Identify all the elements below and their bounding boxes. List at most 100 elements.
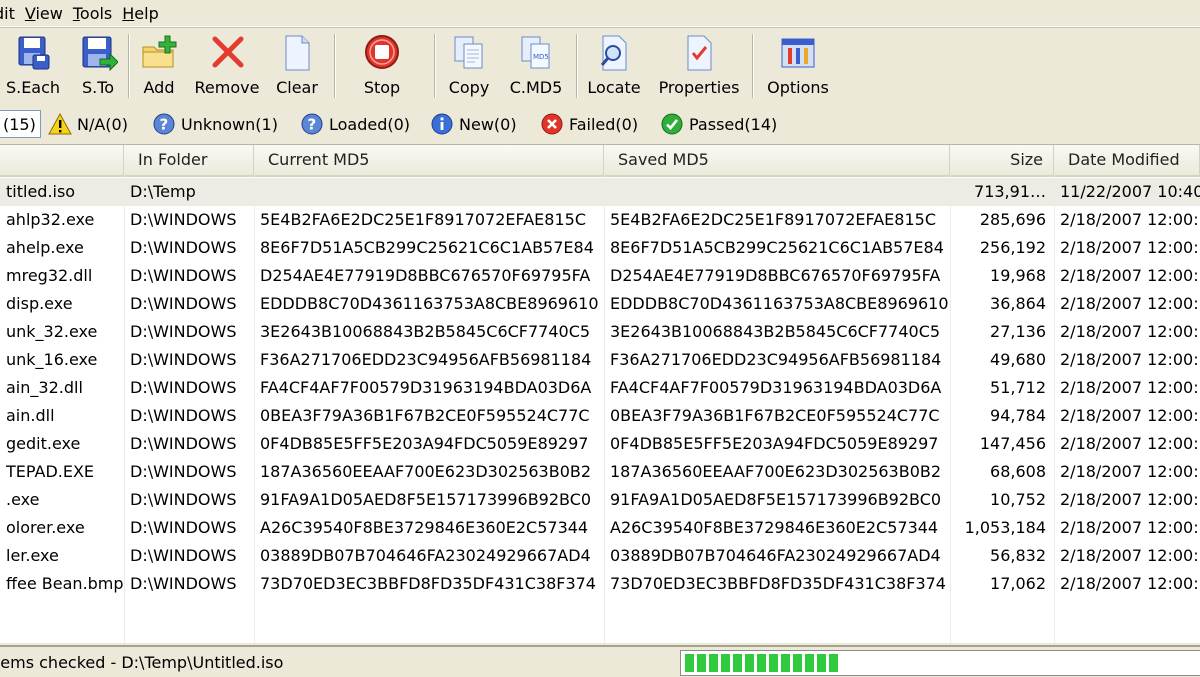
table-row[interactable]: olorer.exe D:\WINDOWS A26C39540F8BE3729846… — [0, 514, 1200, 542]
column-header-in-folder[interactable]: In Folder — [124, 145, 254, 175]
table-row[interactable]: TEPAD.EXE D:\WINDOWS 187A36560EEAAF700E623… — [0, 458, 1200, 486]
cell-current-md5: 03889DB07B704646FA23024929667AD4 — [260, 546, 591, 565]
column-header-saved-md5[interactable]: Saved MD5 — [604, 145, 950, 175]
clear-button[interactable]: Clear — [272, 32, 322, 100]
table-row[interactable]: ain.dll D:\WINDOWS 0BEA3F79A36B1F67B2CE0F5… — [0, 402, 1200, 430]
svg-text:?: ? — [308, 116, 317, 134]
cell-saved-md5: 73D70ED3EC3BBFD8FD35DF431C38F374 — [610, 574, 946, 593]
table-row[interactable]: unk_16.exe D:\WINDOWS F36A271706EDD23C9495… — [0, 346, 1200, 374]
column-header-date-modified[interactable]: Date Modified — [1054, 145, 1200, 175]
properties-button[interactable]: Properties — [656, 32, 742, 100]
filter-new-label: New(0) — [459, 114, 517, 134]
cell-size: 49,680 — [990, 350, 1046, 369]
options-button[interactable]: Options — [764, 32, 832, 100]
cell-file-name: ahlp32.exe — [6, 210, 95, 229]
cell-saved-md5: EDDDB8C70D4361163753A8CBE8969610 — [610, 294, 949, 313]
stop-icon — [362, 32, 402, 74]
svg-text:MD5: MD5 — [533, 53, 549, 61]
progress-bar — [680, 650, 1200, 676]
table-row[interactable]: titled.iso D:\Temp 713,91… 11/22/2007 10:40 — [0, 178, 1200, 206]
column-header-name[interactable] — [0, 145, 124, 175]
cell-file-name: TEPAD.EXE — [6, 462, 95, 481]
save-each-button[interactable]: S.Each — [4, 32, 62, 100]
table-row[interactable]: ahelp.exe D:\WINDOWS 8E6F7D51A5CB299C25621… — [0, 234, 1200, 262]
filter-na[interactable]: N/A(0) — [48, 112, 128, 136]
copy-md5-button[interactable]: MD5 C.MD5 — [506, 32, 566, 100]
filter-loaded[interactable]: ? Loaded(0) — [300, 112, 410, 136]
locate-label: Locate — [587, 78, 641, 97]
table-row[interactable]: mreg32.dll D:\WINDOWS D254AE4E77919D8BBC67… — [0, 262, 1200, 290]
locate-button[interactable]: Locate — [586, 32, 642, 100]
cell-file-name: mreg32.dll — [6, 266, 93, 285]
file-list[interactable]: In Folder Current MD5 Saved MD5 Size Dat… — [0, 145, 1200, 643]
status-bar: tems checked - D:\Temp\Untitled.iso — [0, 645, 1200, 677]
cell-size: 27,136 — [990, 322, 1046, 341]
filter-passed[interactable]: Passed(14) — [660, 112, 777, 136]
cell-date-modified: 2/18/2007 12:00: — [1060, 350, 1199, 369]
cell-current-md5 — [254, 178, 604, 206]
cell-in-folder: D:\WINDOWS — [130, 462, 237, 481]
cell-file-name: .exe — [6, 490, 40, 509]
copy-button[interactable]: Copy — [444, 32, 494, 100]
stop-button[interactable]: Stop — [356, 32, 408, 100]
cell-file-name: olorer.exe — [6, 518, 85, 537]
table-row[interactable]: .exe D:\WINDOWS 91FA9A1D05AED8F5E157173996… — [0, 486, 1200, 514]
question-icon: ? — [153, 113, 175, 135]
copy-md5-label: C.MD5 — [509, 78, 563, 97]
menu-edit[interactable]: dit — [0, 4, 25, 23]
table-row[interactable]: ffee Bean.bmp D:\WINDOWS 73D70ED3EC3BBFD8F… — [0, 570, 1200, 598]
filter-new[interactable]: New(0) — [430, 112, 517, 136]
cell-in-folder: D:\WINDOWS — [130, 378, 237, 397]
cell-current-md5: D254AE4E77919D8BBC676570F69795FA — [260, 266, 591, 285]
cell-saved-md5: A26C39540F8BE3729846E360E2C57344 — [610, 518, 939, 537]
cell-in-folder: D:\WINDOWS — [130, 350, 237, 369]
cell-date-modified: 2/18/2007 12:00: — [1060, 574, 1199, 593]
cell-date-modified: 2/18/2007 12:00: — [1060, 378, 1199, 397]
filter-all[interactable]: (15) — [0, 110, 41, 138]
menu-help[interactable]: Help — [122, 4, 168, 23]
save-to-button[interactable]: S.To — [72, 32, 124, 100]
filter-unknown[interactable]: ? Unknown(1) — [152, 112, 278, 136]
cell-saved-md5: 3E2643B10068843B2B5845C6CF7740C5 — [610, 322, 941, 341]
copy-label: Copy — [448, 78, 490, 97]
remove-label: Remove — [194, 78, 260, 97]
cell-file-name: unk_16.exe — [6, 350, 98, 369]
menu-tools[interactable]: Tools — [73, 4, 122, 23]
stop-label: Stop — [363, 78, 401, 97]
column-header-size[interactable]: Size — [950, 145, 1054, 175]
add-folder-icon — [139, 32, 179, 74]
cell-size: 36,864 — [990, 294, 1046, 313]
toolbar: S.Each S.To Add Remove Clear Stop Copy M… — [0, 27, 1200, 105]
cell-file-name: unk_32.exe — [6, 322, 98, 341]
add-button[interactable]: Add — [136, 32, 182, 100]
cell-current-md5: 5E4B2FA6E2DC25E1F8917072EFAE815C — [260, 210, 586, 229]
copy-md5-icon: MD5 — [516, 32, 556, 74]
table-row[interactable]: gedit.exe D:\WINDOWS 0F4DB85E5FF5E203A94FD… — [0, 430, 1200, 458]
column-header-current-md5[interactable]: Current MD5 — [254, 145, 604, 175]
table-row[interactable]: disp.exe D:\WINDOWS EDDDB8C70D4361163753A8… — [0, 290, 1200, 318]
remove-button[interactable]: Remove — [192, 32, 262, 100]
table-row[interactable]: ahlp32.exe D:\WINDOWS 5E4B2FA6E2DC25E1F891… — [0, 206, 1200, 234]
cell-size: 147,456 — [979, 434, 1046, 453]
cell-saved-md5: FA4CF4AF7F00579D31963194BDA03D6A — [610, 378, 942, 397]
table-row[interactable]: ain_32.dll D:\WINDOWS FA4CF4AF7F00579D3196… — [0, 374, 1200, 402]
column-header-row: In Folder Current MD5 Saved MD5 Size Dat… — [0, 145, 1200, 177]
cell-size: 17,062 — [990, 574, 1046, 593]
cell-size: 19,968 — [990, 266, 1046, 285]
cell-current-md5: A26C39540F8BE3729846E360E2C57344 — [260, 518, 589, 537]
status-text: tems checked - D:\Temp\Untitled.iso — [0, 653, 284, 672]
cell-current-md5: FA4CF4AF7F00579D31963194BDA03D6A — [260, 378, 592, 397]
filter-loaded-label: Loaded(0) — [329, 114, 411, 134]
cell-date-modified: 2/18/2007 12:00: — [1060, 518, 1199, 537]
filter-failed[interactable]: Failed(0) — [540, 112, 638, 136]
table-row[interactable]: unk_32.exe D:\WINDOWS 3E2643B10068843B2B58… — [0, 318, 1200, 346]
warning-icon — [48, 112, 72, 135]
cell-file-name: disp.exe — [6, 294, 73, 313]
cell-date-modified: 2/18/2007 12:00: — [1060, 490, 1199, 509]
cell-current-md5: 0BEA3F79A36B1F67B2CE0F595524C77C — [260, 406, 590, 425]
properties-icon — [679, 32, 719, 74]
table-row[interactable]: ler.exe D:\WINDOWS 03889DB07B704646FA23024… — [0, 542, 1200, 570]
menu-view[interactable]: View — [25, 4, 73, 23]
toolbar-separator — [128, 34, 130, 98]
svg-text:?: ? — [160, 116, 169, 134]
